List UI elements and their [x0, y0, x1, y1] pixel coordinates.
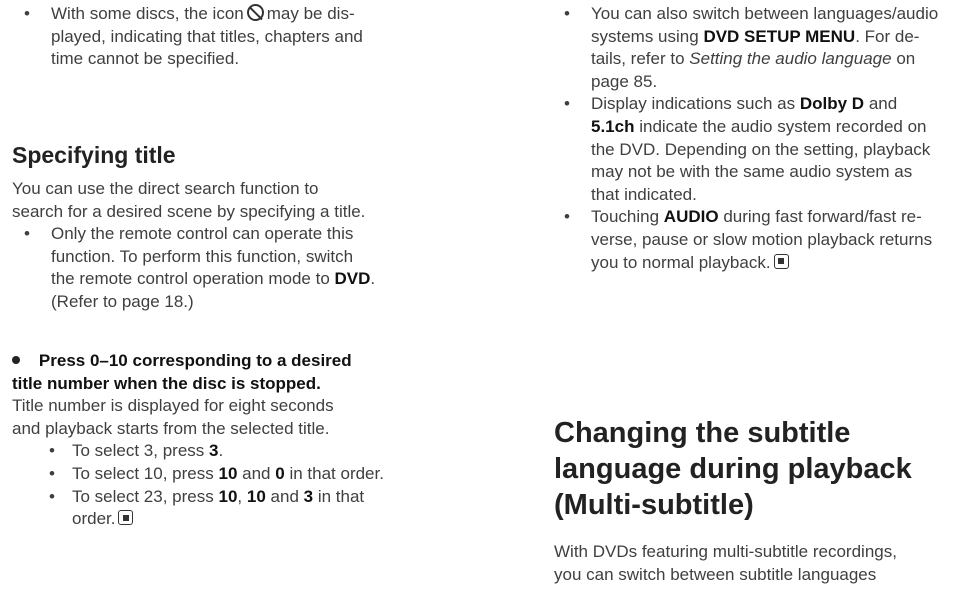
- step-line-2: title number when the disc is stopped.: [12, 373, 321, 393]
- note-line-3: the remote control operation mode to DVD…: [51, 269, 376, 289]
- subtitle-paragraph-line-1: With DVDs featuring multi-subtitle recor…: [554, 542, 897, 561]
- audio-bullet-3-line-2: verse, pause or slow motion playback ret…: [591, 230, 933, 249]
- section-heading-subtitle-line-1: Changing the subtitle: [554, 417, 851, 449]
- step-marker: [12, 356, 20, 364]
- example-3-line-2: order.: [72, 508, 134, 531]
- bullet-marker: •: [564, 207, 570, 227]
- bullet-marker: •: [49, 486, 55, 506]
- example-2: To select 10, press 10 and 0 in that ord…: [72, 464, 384, 483]
- example-1: To select 3, press 3.: [72, 441, 224, 461]
- section-heading-specifying-title: Specifying title: [12, 142, 176, 168]
- bullet-marker: •: [564, 94, 570, 114]
- intro-bullet-line-3: time cannot be specified.: [51, 49, 240, 69]
- audio-bullet-1-line-1: You can also switch between languages/au…: [591, 4, 939, 23]
- note-line-2: function. To perform this function, swit…: [51, 246, 354, 266]
- stop-icon: [118, 510, 134, 526]
- audio-bullet-3-line-1: Touching AUDIO during fast forward/fast …: [591, 207, 922, 227]
- manual-page: • With some discs, the icon may be dis- p…: [0, 0, 955, 593]
- intro-paragraph-line-2: search for a desired scene by specifying…: [12, 201, 366, 221]
- note-line-1: Only the remote control can operate this: [51, 224, 354, 244]
- bullet-marker: •: [564, 4, 570, 23]
- audio-bullet-1-line-2: systems using DVD SETUP MENU. For de-: [591, 26, 920, 46]
- intro-bullet-line-2: played, indicating that titles, chapters…: [51, 26, 363, 46]
- section-heading-subtitle-line-2: language during playback: [554, 453, 912, 485]
- example-3-line-1: To select 23, press 10, 10 and 3 in that: [72, 486, 365, 506]
- bullet-marker: •: [24, 4, 30, 23]
- section-heading-subtitle-line-3: (Multi-subtitle): [554, 489, 754, 521]
- step-line-1: Press 0–10 corresponding to a desired: [12, 350, 352, 373]
- prohibit-icon: [246, 4, 264, 21]
- audio-bullet-2-line-4: may not be with the same audio system as: [591, 162, 913, 182]
- audio-bullet-3-line-3: you to normal playback.: [591, 252, 789, 275]
- stop-icon: [773, 253, 789, 269]
- audio-bullet-1-line-3: tails, refer to Setting the audio langua…: [591, 49, 916, 69]
- subtitle-paragraph-line-2: you can switch between subtitle language…: [554, 564, 877, 584]
- intro-bullet-line-1: With some discs, the icon may be dis-: [51, 4, 355, 23]
- audio-bullet-2-line-1: Display indications such as Dolby D and: [591, 94, 898, 114]
- bullet-marker: •: [49, 441, 55, 461]
- audio-bullet-2-line-5: that indicated.: [591, 184, 697, 204]
- result-line-1: Title number is displayed for eight seco…: [12, 396, 334, 416]
- note-line-4: (Refer to page 18.): [51, 292, 194, 311]
- audio-bullet-2-line-2: 5.1ch indicate the audio system recorded…: [591, 117, 927, 136]
- audio-bullet-1-line-4: page 85.: [591, 71, 658, 91]
- result-line-2: and playback starts from the selected ti…: [12, 418, 330, 438]
- intro-paragraph-line-1: You can use the direct search function t…: [12, 179, 319, 198]
- bullet-marker: •: [49, 464, 55, 483]
- bullet-marker: •: [24, 224, 30, 244]
- audio-bullet-2-line-3: the DVD. Depending on the setting, playb…: [591, 139, 931, 159]
